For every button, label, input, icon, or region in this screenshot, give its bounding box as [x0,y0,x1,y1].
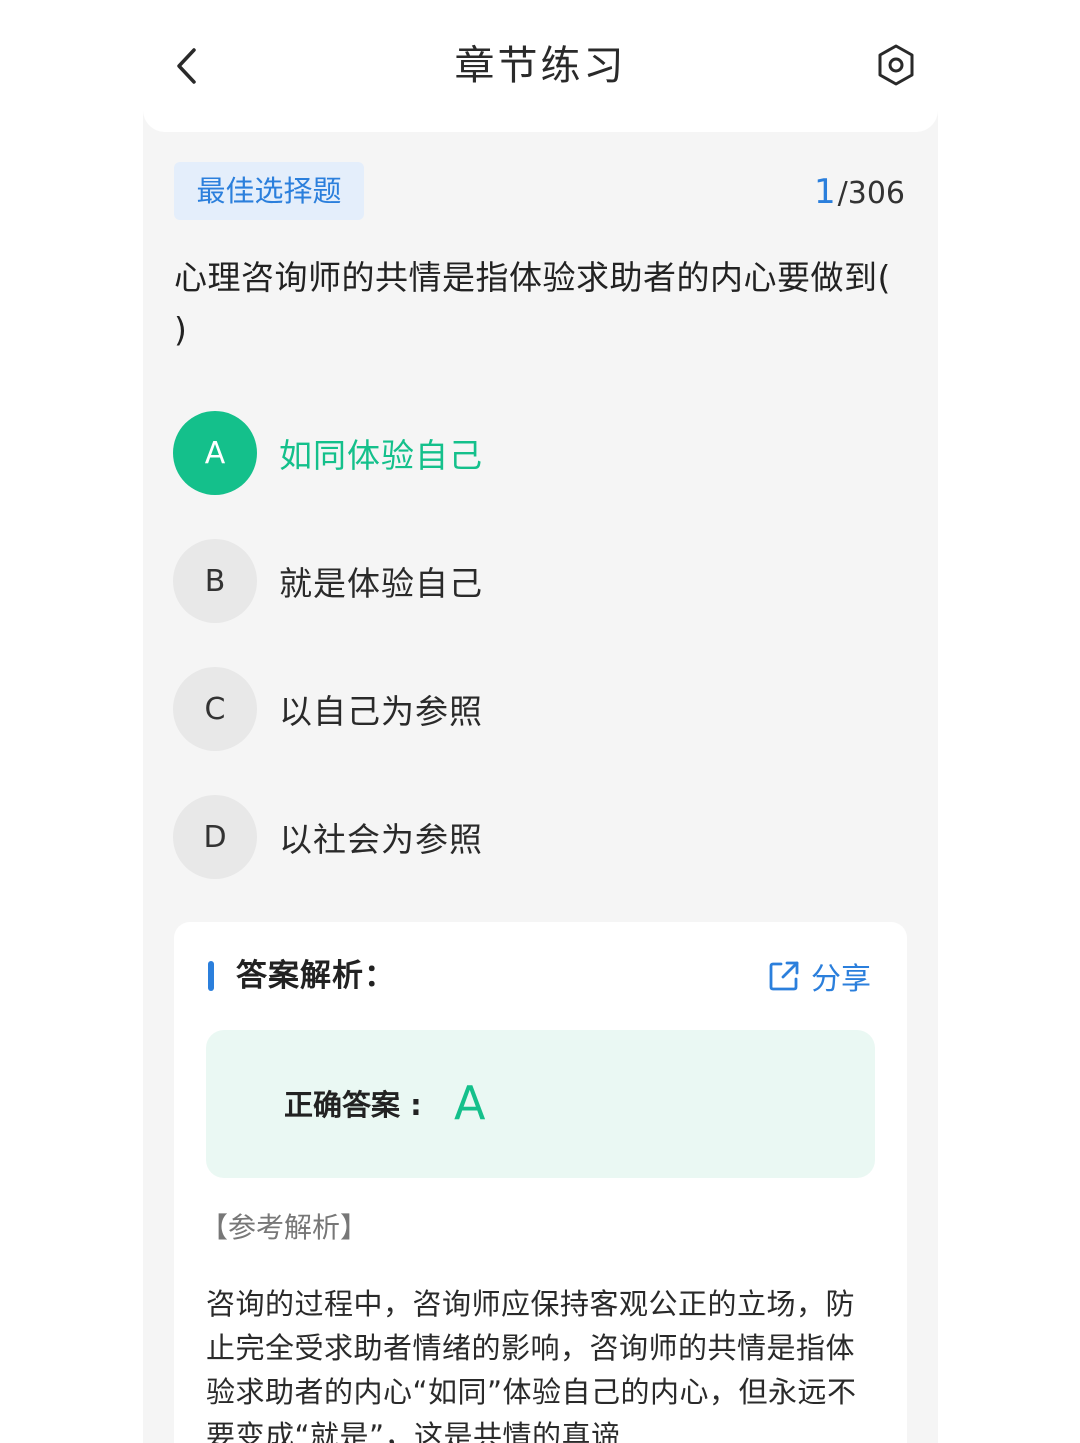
correct-answer-box: 正确答案 : A [206,1030,875,1178]
total-question-count: /306 [837,176,905,211]
page-title: 章节练习 [454,43,627,89]
question-text: 心理咨询师的共情是指体验求助者的内心要做到( ) [174,258,891,349]
section-accent-bar [208,961,214,991]
top-bar: 章节练习 [143,0,938,132]
reference-analysis-text: 咨询的过程中，咨询师应保持客观公正的立场，防止完全受求助者情绪的影响，咨询师的共… [206,1287,857,1443]
share-button[interactable]: 分享 [767,952,871,1000]
option-letter: B [173,539,257,623]
analysis-title: 答案解析： [236,958,396,994]
option-c[interactable]: C 以自己为参照 [173,667,773,751]
phone-screen: 章节练习 最佳选择题 1/306 心理咨询师的共情是指体验求助者的内心要做到( … [143,0,938,1443]
option-label: 就是体验自己 [279,564,483,603]
share-label: 分享 [811,962,871,997]
option-letter: C [173,667,257,751]
option-label: 如同体验自己 [279,436,483,475]
option-d[interactable]: D 以社会为参照 [173,795,773,879]
option-letter: A [173,411,257,495]
reference-analysis-label: 【参考解析】 [200,1211,369,1244]
correct-answer-label: 正确答案 : [284,1088,422,1122]
settings-button[interactable] [871,40,921,90]
hexagon-settings-icon [878,44,914,86]
answer-analysis-card: 答案解析： 分享 正确答案 : A 【参考解析】 咨询的过程中，咨询师应保持客观… [174,922,907,1443]
option-letter: D [173,795,257,879]
option-label: 以社会为参照 [279,820,483,859]
option-a[interactable]: A 如同体验自己 [173,411,773,495]
question-progress: 1/306 [814,168,905,218]
correct-answer-value: A [454,1076,486,1130]
option-label: 以自己为参照 [279,692,483,731]
share-external-icon [769,961,799,991]
current-question-number: 1 [813,172,836,212]
question-type-badge: 最佳选择题 [174,162,364,220]
option-b[interactable]: B 就是体验自己 [173,539,773,623]
